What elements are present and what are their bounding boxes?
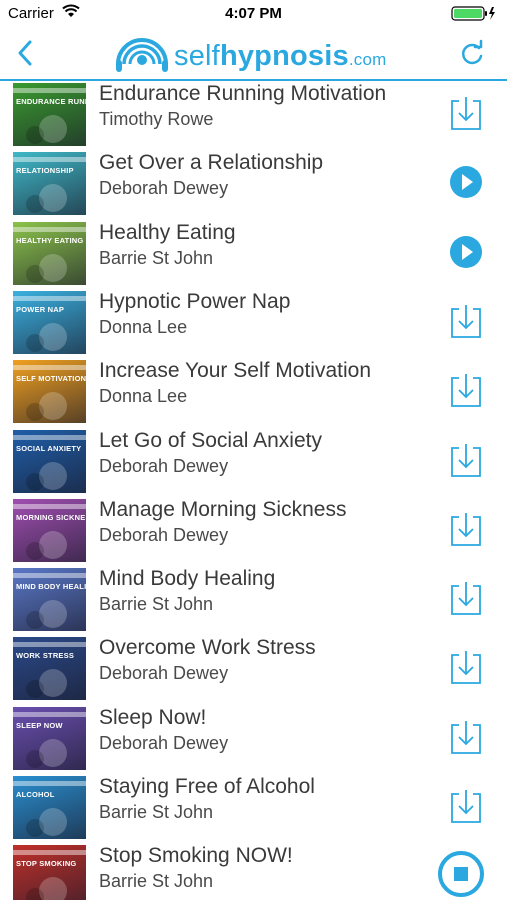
album-cover-caption: Sleep Now (16, 720, 63, 730)
download-button[interactable] (448, 647, 484, 687)
album-cover-caption: Mind Body Healing (16, 582, 86, 592)
refresh-icon (461, 39, 483, 65)
download-icon (451, 304, 481, 338)
album-cover-image: Endurance Running (13, 83, 86, 146)
track-author: Deborah Dewey (99, 732, 229, 753)
track-title: Get Over a Relationship (99, 151, 324, 175)
download-button[interactable] (448, 509, 484, 549)
album-cover-caption: Alcohol (16, 790, 55, 799)
track-author: Deborah Dewey (99, 455, 229, 476)
track-author: Barrie St John (99, 247, 214, 268)
track-row[interactable]: Mind Body Healing Mind Body Healing Barrie… (0, 565, 507, 634)
download-button[interactable] (448, 93, 484, 133)
album-cover-image: Work Stress (13, 637, 86, 701)
track-row[interactable]: Sleep Now Sleep Now! Deborah Dewey (0, 704, 507, 773)
track-title: Staying Free of Alcohol (99, 775, 315, 798)
track-author: Donna Lee (99, 316, 188, 337)
stop-progress-icon (438, 851, 484, 898)
track-title: Increase Your Self Motivation (99, 359, 371, 383)
back-button[interactable] (10, 36, 44, 70)
download-icon (451, 512, 481, 546)
download-button[interactable] (448, 578, 484, 618)
track-row[interactable]: Work Stress Overcome Work Stress Deborah D… (0, 634, 507, 703)
stop-button[interactable] (438, 851, 484, 898)
album-cover-caption: Healthy Eating (16, 235, 84, 245)
track-title: Healthy Eating (99, 220, 236, 244)
track-list[interactable]: Endurance Running Endurance Running Motiv… (0, 80, 507, 900)
track-title: Hypnotic Power Nap (99, 289, 291, 313)
track-row[interactable]: Alcohol Staying Free of Alcohol Barrie St … (0, 773, 507, 842)
track-row[interactable]: Relationship Get Over a Relationship Debor… (0, 149, 507, 218)
track-row[interactable]: Self Motivation Increase Your Self Motiva… (0, 357, 507, 426)
album-cover-caption: Endurance Running (16, 97, 86, 106)
album-cover-image: Mind Body Healing (13, 568, 86, 632)
chevron-left-icon (18, 40, 32, 66)
download-button[interactable] (448, 717, 484, 757)
album-cover-image: Healthy Eating (13, 221, 86, 285)
clock: 4:07 PM (225, 5, 282, 22)
track-title: Stop Smoking NOW! (99, 844, 293, 868)
album-cover-caption: Social Anxiety (16, 443, 82, 453)
album-cover-image: Alcohol (13, 776, 86, 839)
download-icon (451, 651, 481, 685)
track-author: Donna Lee (99, 386, 188, 407)
track-author: Deborah Dewey (99, 663, 229, 684)
play-button[interactable] (448, 162, 484, 202)
track-author: Deborah Dewey (99, 178, 229, 199)
track-author: Barrie St John (99, 594, 214, 615)
logo-self: self (174, 40, 220, 72)
album-cover-caption: Work Stress (16, 651, 75, 661)
download-icon (451, 97, 481, 130)
refresh-button[interactable] (455, 37, 489, 71)
track-title: Let Go of Social Anxiety (99, 428, 322, 452)
track-author: Timothy Rowe (99, 109, 214, 129)
track-title: Sleep Now! (99, 705, 207, 729)
album-cover-image: Power Nap (13, 290, 86, 354)
track-row[interactable]: Endurance Running Endurance Running Motiv… (0, 80, 507, 149)
download-icon (451, 374, 481, 408)
track-row[interactable]: Morning Sickness Manage Morning Sickness D… (0, 496, 507, 565)
play-button[interactable] (448, 232, 484, 272)
track-author: Barrie St John (99, 802, 214, 822)
album-cover-image: Stop Smoking (13, 845, 86, 900)
battery-icon (451, 6, 497, 25)
album-cover-caption: Morning Sickness (16, 512, 86, 522)
album-cover-caption: Power Nap (16, 304, 65, 314)
album-cover-image: Social Anxiety (13, 429, 86, 493)
track-author: Deborah Dewey (99, 524, 229, 545)
album-cover-image: Self Motivation (13, 360, 86, 424)
status-bar: Carrier 4:07 PM (0, 0, 507, 28)
logo-hypnosis: hypnosis (219, 40, 349, 72)
track-row[interactable]: Social Anxiety Let Go of Social Anxiety De… (0, 427, 507, 496)
logo-com: .com (348, 50, 387, 69)
download-icon (451, 790, 481, 823)
album-cover-caption: Self Motivation (16, 374, 86, 384)
selfhypnosis-logo: selfhypnosis.com (112, 30, 386, 76)
download-button[interactable] (448, 370, 484, 410)
track-title: Mind Body Healing (99, 567, 276, 591)
album-cover-image: Relationship (13, 152, 86, 216)
play-icon (450, 166, 482, 199)
album-cover-caption: Stop Smoking (16, 859, 77, 869)
album-cover-image: Morning Sickness (13, 498, 86, 562)
track-title: Manage Morning Sickness (99, 497, 347, 521)
download-button[interactable] (448, 440, 484, 480)
navigation-bar: selfhypnosis.com (0, 28, 507, 81)
download-button[interactable] (448, 301, 484, 341)
logo-swirl-icon (116, 38, 168, 72)
download-icon (451, 720, 481, 754)
track-row[interactable]: Stop Smoking Stop Smoking NOW! Barrie St J… (0, 842, 507, 900)
logo-text: selfhypnosis.com (174, 40, 386, 73)
download-icon (451, 582, 481, 615)
download-button[interactable] (448, 786, 484, 826)
track-title: Endurance Running Motivation (99, 82, 387, 105)
album-cover-image: Sleep Now (13, 706, 86, 770)
track-author: Barrie St John (99, 871, 214, 892)
play-icon (450, 235, 482, 268)
track-row[interactable]: Healthy Eating Healthy Eating Barrie St Jo… (0, 219, 507, 288)
track-row[interactable]: Power Nap Hypnotic Power Nap Donna Lee (0, 288, 507, 357)
album-cover-caption: Relationship (16, 166, 74, 176)
track-title: Overcome Work Stress (99, 636, 316, 660)
download-icon (451, 443, 481, 477)
